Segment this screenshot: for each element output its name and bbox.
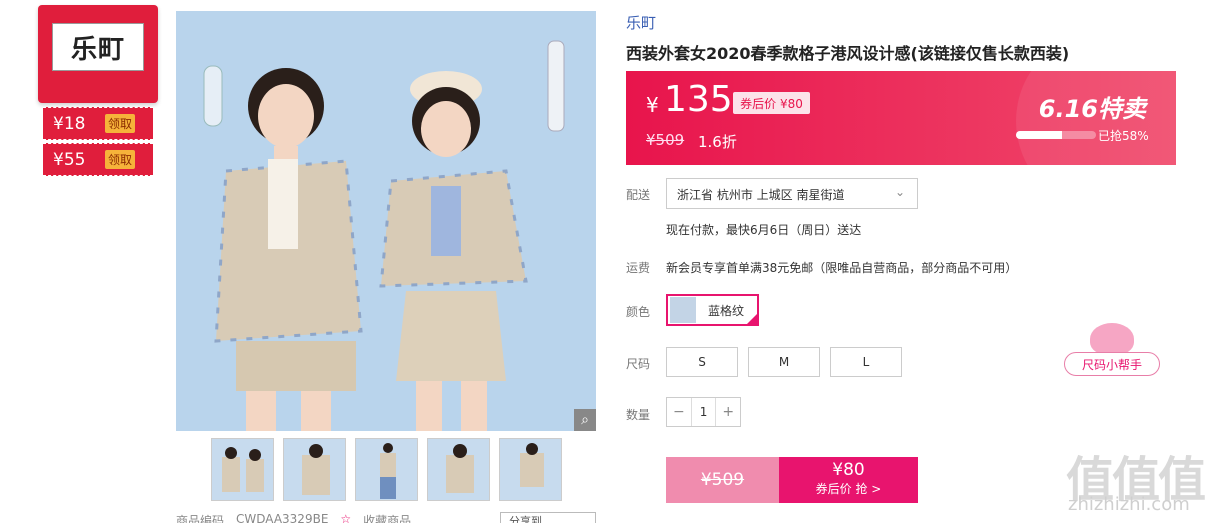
size-option-s[interactable]: S [666,347,738,377]
thumbnail[interactable] [355,438,418,501]
claim-coupon-button[interactable]: 领取 [105,150,136,169]
color-label: 颜色 [626,305,651,319]
product-main-image[interactable]: ⌕ [176,11,596,431]
color-option-selected[interactable]: 蓝格纹 [666,294,759,326]
currency-symbol: ¥ [646,93,659,117]
quantity-stepper: − 1 + [666,397,741,427]
thumbnail-strip [211,438,562,501]
chevron-down-icon: ⌄ [894,185,905,199]
discount-rate: 1.6折 [698,133,737,151]
buy-original-price[interactable]: ¥509 [666,457,779,503]
star-icon[interactable]: ☆ [340,512,351,523]
favorite-link[interactable]: 收藏商品 [363,512,411,523]
mascot-icon [1090,323,1134,355]
address-select[interactable]: 浙江省 杭州市 上城区 南星街道 ⌄ [666,178,918,209]
product-title: 西装外套女2020春季款格子港风设计感(该链接仅售长款西装) [626,44,1070,63]
current-price: 135 [664,79,733,120]
models-illustration [176,11,596,431]
check-corner-icon [745,312,759,326]
product-page: 乐町 ¥18 领取 ¥55 领取 ⌕ 商品编码 CWDAA3329BE ☆ 收藏… [0,0,1216,523]
size-label: 尺码 [626,357,651,371]
brand-logo: 乐町 [52,23,144,71]
address-value: 浙江省 杭州市 上城区 南星街道 [677,188,845,202]
sold-percent-text: 已抢58% [1098,129,1149,143]
size-helper-button[interactable]: 尺码小帮手 [1064,352,1160,376]
quantity-input[interactable]: 1 [690,398,717,426]
sold-progress-bar [1016,131,1096,139]
thumbnail[interactable] [499,438,562,501]
buy-price: ¥80 [832,460,865,480]
claim-coupon-button[interactable]: 领取 [105,114,136,133]
shipping-label: 运费 [626,261,651,275]
color-swatch [670,297,696,323]
coupon-55[interactable]: ¥55 领取 [43,143,153,176]
coupon-amount: ¥55 [53,149,86,170]
size-option-l[interactable]: L [830,347,902,377]
share-label: 分享到 [509,515,542,523]
product-meta: 商品编码 CWDAA3329BE ☆ 收藏商品 [176,512,411,523]
product-code-label: 商品编码 [176,514,225,523]
coupon-price-tag: 券后价 ¥80 [733,92,810,114]
thumbnail[interactable] [211,438,274,501]
coupon-18[interactable]: ¥18 领取 [43,107,153,140]
thumbnail[interactable] [427,438,490,501]
original-price: ¥509 [646,131,685,149]
buy-label: 券后价 抢 > [815,482,882,496]
share-button[interactable]: 分享到 [500,512,596,523]
watermark-url: zhizhizhi.com [1068,494,1190,515]
magnifier-icon[interactable]: ⌕ [574,409,596,431]
sold-progress-fill [1016,131,1063,139]
product-code: CWDAA3329BE [236,512,329,523]
quantity-label: 数量 [626,408,651,422]
minus-button[interactable]: − [667,398,691,426]
coupon-amount: ¥18 [53,113,86,134]
thumbnail[interactable] [283,438,346,501]
buy-now-button[interactable]: ¥80 券后价 抢 > [779,457,918,503]
shipping-text: 新会员专享首单满38元免邮（限唯品自营商品，部分商品不可用） [666,261,1018,275]
promo-title: 6.16特卖 [1038,95,1146,123]
delivery-eta: 现在付款，最快6月6日（周日）送达 [666,223,862,237]
delivery-label: 配送 [626,188,651,202]
brand-badge[interactable]: 乐町 [38,5,158,103]
color-name: 蓝格纹 [708,303,745,318]
store-link[interactable]: 乐町 [626,12,656,33]
plus-button[interactable]: + [716,398,740,426]
price-panel: ¥ 135 ¥509 1.6折 6.16特卖 已抢58% [626,71,1176,165]
size-option-m[interactable]: M [748,347,820,377]
